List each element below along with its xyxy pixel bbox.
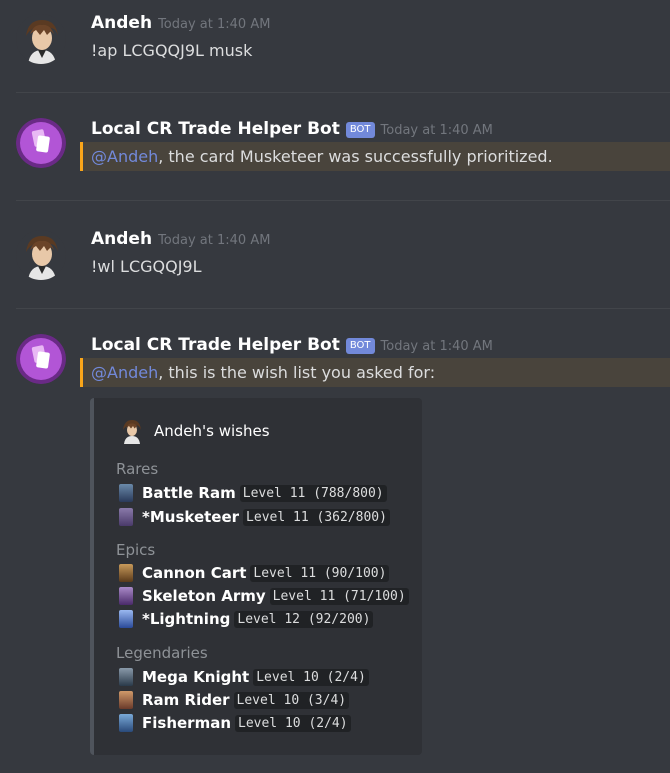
user-avatar[interactable]	[16, 230, 66, 280]
card-name: Ram Rider	[142, 691, 230, 709]
card-row: Cannon Cart Level 11 (90/100)	[119, 564, 390, 582]
skeleton-army-card-icon	[119, 587, 133, 605]
card-level: Level 10 (3/4)	[233, 691, 350, 709]
card-level: Level 11 (788/800)	[239, 484, 387, 502]
message-text: @Andeh, the card Musketeer was successfu…	[91, 147, 553, 166]
bot-username[interactable]: Local CR Trade Helper Bot BOT Today at 1:4…	[91, 119, 493, 139]
card-level: Level 11 (90/100)	[250, 564, 390, 582]
message-text: @Andeh, this is the wish list you asked …	[91, 363, 436, 382]
card-row: *Musketeer Level 11 (362/800)	[119, 508, 390, 526]
card-row: Skeleton Army Level 11 (71/100)	[119, 587, 409, 605]
card-row: *Lightning Level 12 (92/200)	[119, 610, 374, 628]
card-name: *Lightning	[142, 610, 231, 628]
wishlist-embed: Andeh's wishes Rares Battle Ram Level 11…	[90, 398, 422, 755]
card-name: *Musketeer	[142, 508, 240, 526]
message-text: !ap LCGQQJ9L musk	[91, 41, 253, 60]
user-avatar[interactable]	[16, 14, 66, 64]
embed-author: Andeh's wishes	[120, 418, 270, 444]
bot-username[interactable]: Local CR Trade Helper Bot BOT Today at 1:4…	[91, 335, 493, 355]
card-level: Level 11 (362/800)	[243, 508, 390, 526]
lightning-card-icon	[119, 610, 133, 628]
card-name: Battle Ram	[142, 484, 236, 502]
card-level: Level 10 (2/4)	[253, 668, 369, 686]
card-row: Ram Rider Level 10 (3/4)	[119, 691, 350, 709]
battle-ram-card-icon	[119, 484, 133, 502]
musketeer-card-icon	[119, 508, 133, 526]
cannon-cart-card-icon	[119, 564, 133, 582]
card-name: Mega Knight	[142, 668, 250, 686]
mega-knight-card-icon	[119, 668, 133, 686]
embed-author-avatar	[123, 420, 141, 444]
ram-rider-card-icon	[119, 691, 133, 709]
card-row: Battle Ram Level 11 (788/800)	[119, 484, 387, 502]
bot-avatar[interactable]	[16, 118, 66, 168]
card-level: Level 10 (2/4)	[235, 714, 351, 732]
card-name: Cannon Cart	[142, 564, 247, 582]
bot-tag: BOT	[345, 338, 375, 354]
section-title-rares: Rares	[116, 460, 159, 478]
bot-tag: BOT	[345, 122, 375, 138]
section-title-epics: Epics	[116, 541, 156, 559]
card-level: Level 11 (71/100)	[269, 587, 409, 605]
message-3: Andeh Today at 1:40 AM !wl LCGQQJ9L	[0, 200, 670, 308]
timestamp: Today at 1:40 AM	[380, 339, 493, 354]
card-name: Fisherman	[142, 714, 231, 732]
bot-avatar[interactable]	[16, 334, 66, 384]
embed-author-name: Andeh's wishes	[154, 422, 270, 440]
user-mention[interactable]: @Andeh	[91, 147, 158, 166]
message-2: Local CR Trade Helper Bot BOT Today at 1:4…	[0, 92, 670, 200]
section-title-legendaries: Legendaries	[116, 644, 208, 662]
message-1: Andeh Today at 1:40 AM !ap LCGQQJ9L musk	[0, 0, 670, 90]
timestamp: Today at 1:40 AM	[380, 123, 493, 138]
username[interactable]: Andeh Today at 1:40 AM	[91, 13, 270, 33]
timestamp: Today at 1:40 AM	[158, 17, 271, 32]
card-name: Skeleton Army	[142, 587, 266, 605]
card-row: Mega Knight Level 10 (2/4)	[119, 668, 369, 686]
card-row: Fisherman Level 10 (2/4)	[119, 714, 351, 732]
message-text: !wl LCGQQJ9L	[91, 257, 202, 276]
timestamp: Today at 1:40 AM	[158, 233, 271, 248]
card-level: Level 12 (92/200)	[234, 610, 374, 628]
username[interactable]: Andeh Today at 1:40 AM	[91, 229, 270, 249]
user-mention[interactable]: @Andeh	[91, 363, 158, 382]
fisherman-card-icon	[119, 714, 133, 732]
